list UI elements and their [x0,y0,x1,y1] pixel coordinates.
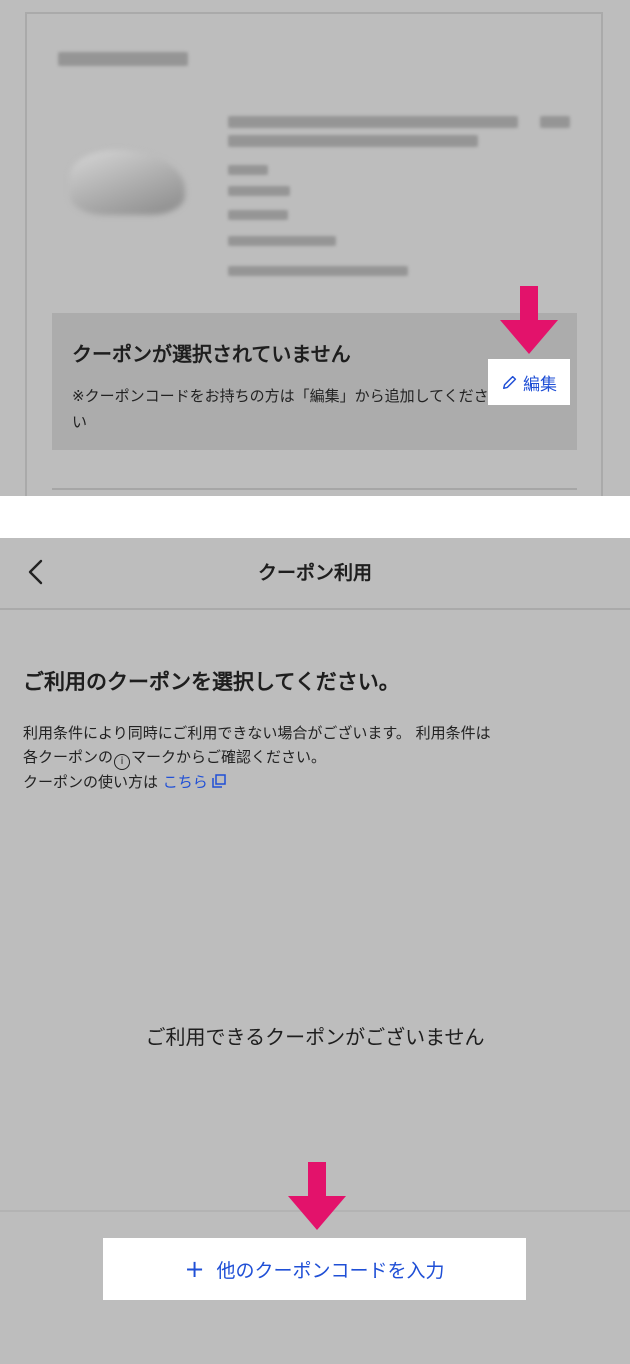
card-divider [52,488,577,490]
redacted-detail-5 [228,266,408,276]
info-line-1: 利用条件により同時にご利用できない場合がございます。 利用条件は [23,724,491,742]
annotation-arrow-icon [500,286,558,354]
no-coupons-message: ご利用できるクーポンがございません [145,1025,485,1049]
enter-other-coupon-code-button[interactable]: + 他のクーポンコードを入力 [103,1238,526,1300]
coupon-status-note: ※クーポンコードをお持ちの方は「編集」から追加してください [72,387,489,431]
select-coupon-heading: ご利用のクーポンを選択してください。 [23,670,400,694]
redacted-store-name [58,52,188,66]
annotation-arrow-icon [288,1162,346,1230]
plus-icon: + [184,1255,205,1283]
redacted-detail-1 [228,165,268,175]
redacted-detail-4 [228,236,336,246]
info-line-2: 各クーポンの i マークからご確認ください。 [23,745,623,770]
info-line-2-prefix: 各クーポンの [23,748,114,766]
coupon-status-title: クーポンが選択されていません [72,342,351,366]
add-coupon-label: 他のクーポンコードを入力 [216,1259,445,1282]
info-circle-icon: i [114,754,131,770]
edit-coupon-button[interactable]: 編集 [488,359,570,405]
edit-button-label: 編集 [523,374,557,395]
pencil-icon [502,375,517,390]
how-to-use-link[interactable]: こちら [163,773,208,791]
redacted-price [540,116,570,128]
redacted-detail-3 [228,210,288,220]
app-header: クーポン利用 [0,538,630,610]
coupon-info-text: 利用条件により同時にご利用できない場合がございます。 利用条件は 各クーポンの i… [23,721,623,794]
page-title: クーポン利用 [257,562,372,584]
order-summary-screen: クーポンが選択されていません ※クーポンコードをお持ちの方は「編集」から追加して… [0,0,630,496]
info-line-3: クーポンの使い方は こちら [23,770,623,794]
redacted-detail-2 [228,186,290,196]
redacted-product-name-2 [228,135,478,147]
redacted-product-name [228,116,518,128]
external-link-icon [212,774,226,788]
coupon-use-screen: クーポン利用 ご利用のクーポンを選択してください。 利用条件により同時にご利用で… [0,538,630,1364]
info-line-2-suffix: マークからご確認ください。 [131,748,327,766]
info-line-3-prefix: クーポンの使い方は [23,773,163,791]
